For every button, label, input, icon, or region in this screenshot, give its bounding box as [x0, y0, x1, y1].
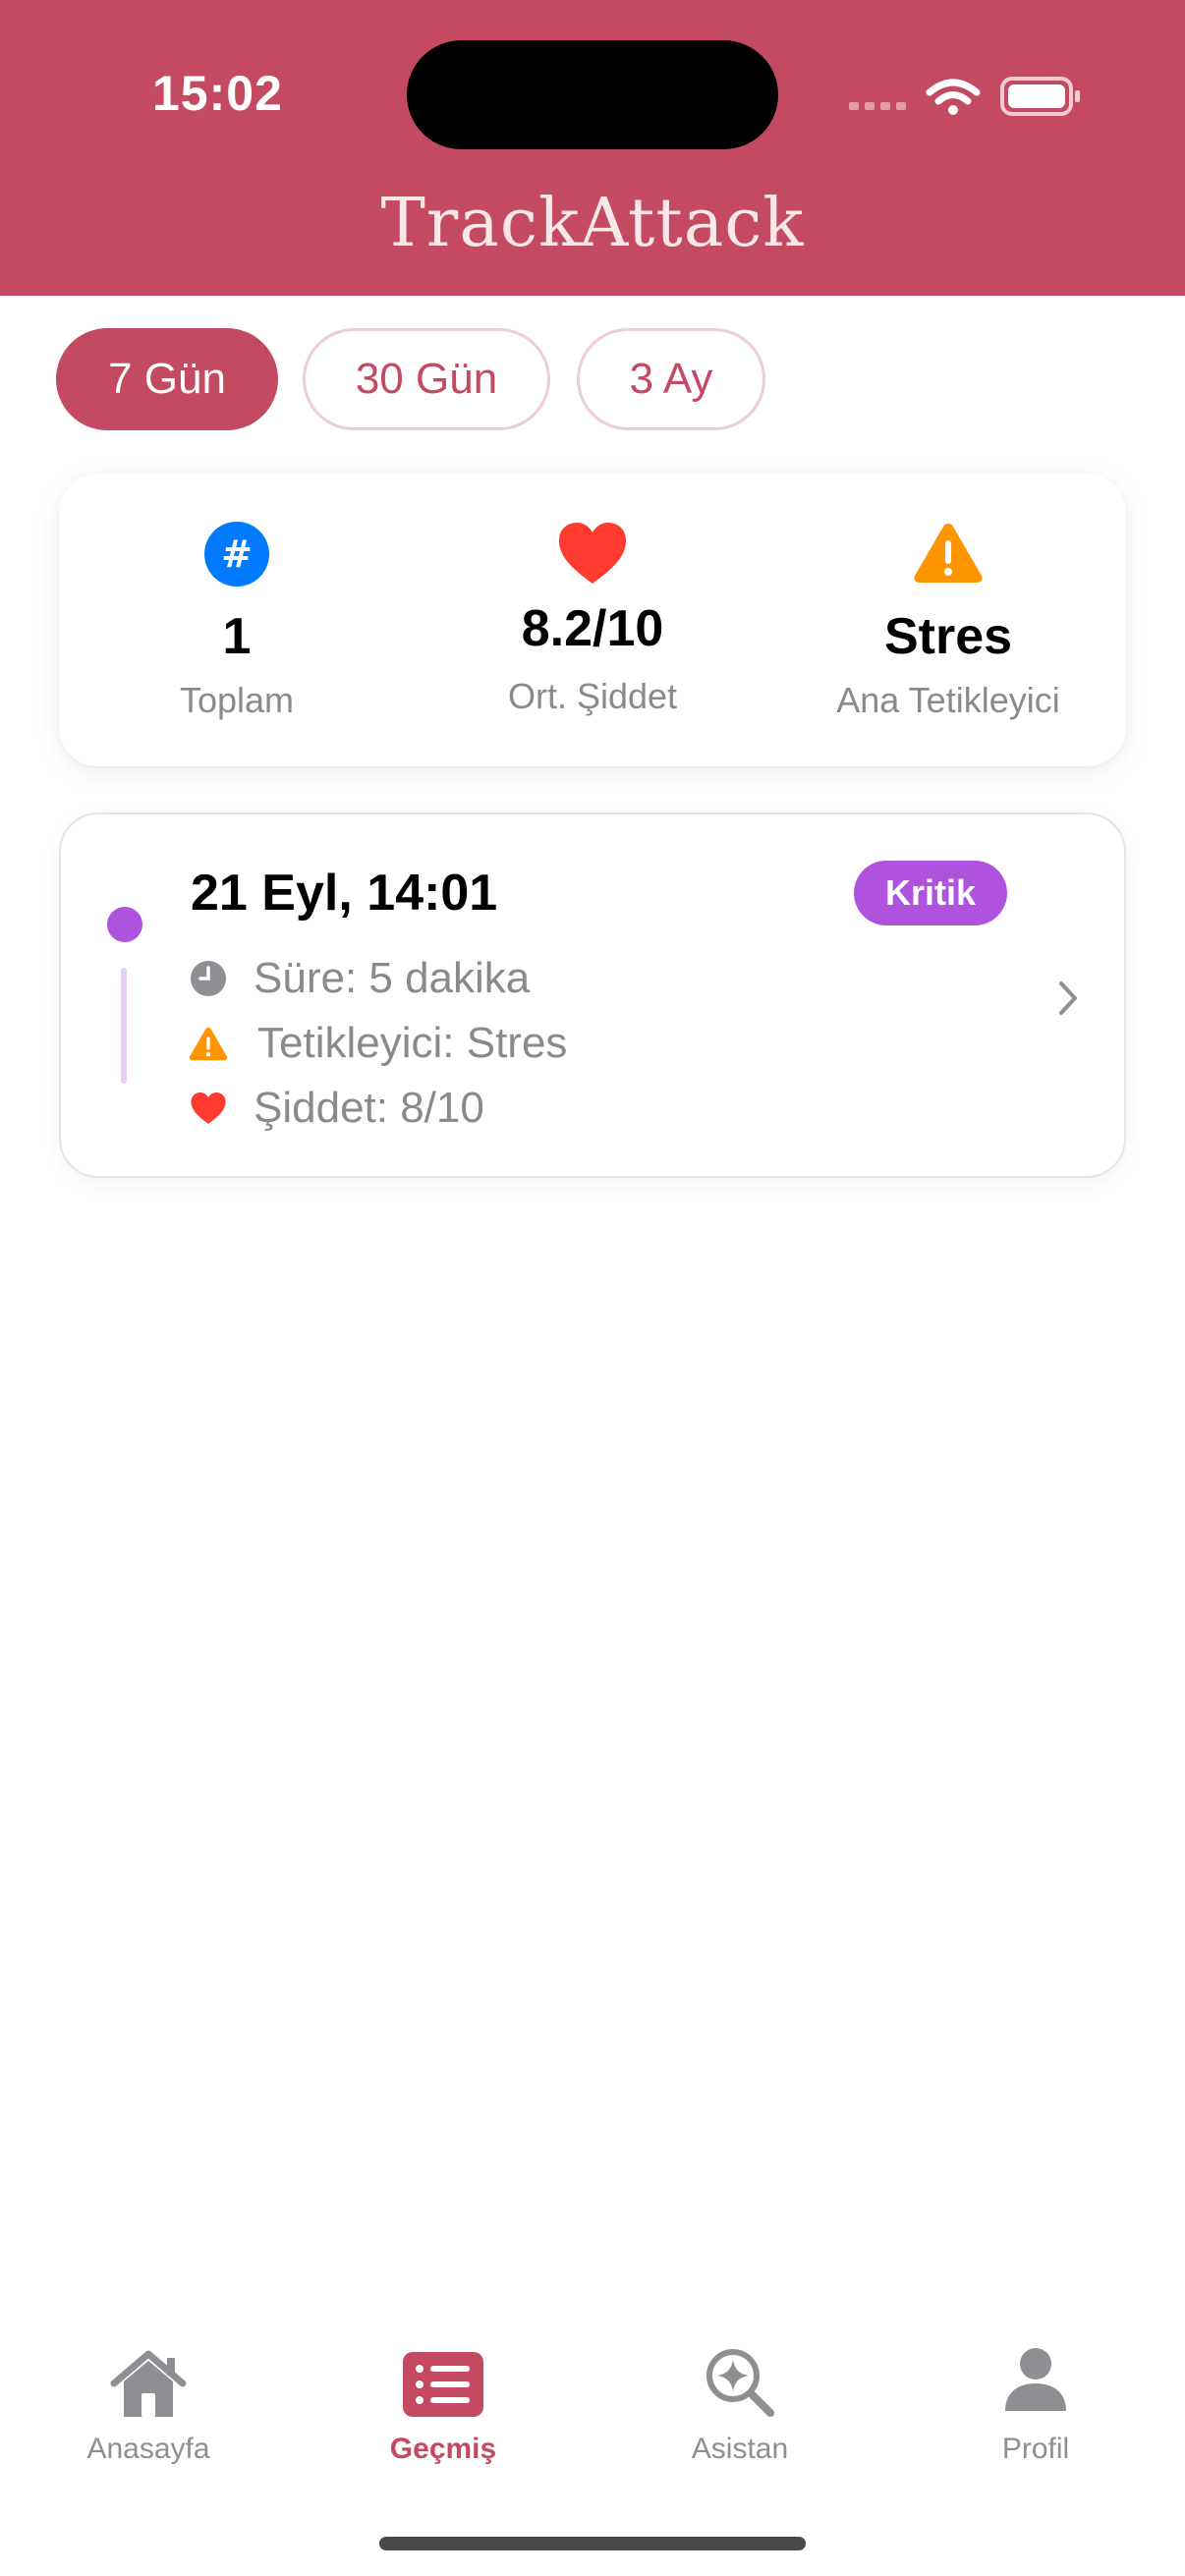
avg-severity-value: 8.2/10 — [521, 600, 664, 657]
home-indicator[interactable] — [379, 2537, 806, 2550]
tab-home[interactable]: Anasayfa — [30, 2319, 266, 2486]
heart-icon — [415, 521, 770, 591]
heart-icon — [189, 1089, 228, 1128]
dynamic-island — [407, 40, 778, 149]
severity-row: Şiddet: 8/10 — [189, 1082, 484, 1135]
tab-profile-label: Profil — [1001, 2433, 1070, 2465]
signal-icon — [849, 102, 906, 110]
stat-avg-severity: 8.2/10 Ort. Şiddet — [415, 474, 770, 766]
timeline-dot — [107, 907, 142, 942]
tab-history[interactable]: Geçmiş — [325, 2319, 561, 2486]
attack-entry-card[interactable]: 21 Eyl, 14:01 Kritik Süre: 5 dakika Teti… — [59, 812, 1126, 1178]
clock-icon — [189, 959, 228, 998]
tab-assistant[interactable]: Asistan — [622, 2319, 858, 2486]
stat-main-trigger: Stres Ana Tetikleyici — [770, 474, 1126, 766]
wifi-icon — [926, 79, 981, 115]
battery-icon — [1000, 77, 1080, 116]
timeline-line — [121, 968, 127, 1084]
person-icon — [918, 2346, 1154, 2425]
tab-history-label: Geçmiş — [389, 2433, 497, 2465]
duration-text: Süre: 5 dakika — [254, 954, 531, 1002]
severity-text: Şiddet: 8/10 — [254, 1084, 484, 1132]
filter-30-days[interactable]: 30 Gün — [303, 328, 550, 430]
hash-icon: # — [59, 521, 415, 591]
total-label: Toplam — [179, 680, 295, 720]
warning-icon — [770, 521, 1126, 591]
main-trigger-label: Ana Tetikleyici — [836, 680, 1060, 720]
duration-row: Süre: 5 dakika — [189, 952, 530, 1005]
house-icon — [30, 2346, 266, 2425]
tab-assistant-label: Asistan — [691, 2433, 789, 2465]
severity-badge: Kritik — [854, 861, 1007, 925]
avg-severity-label: Ort. Şiddet — [507, 676, 678, 716]
main-trigger-value: Stres — [883, 608, 1013, 665]
chevron-right-icon — [1059, 981, 1077, 1015]
status-icons — [849, 77, 1080, 116]
attack-date: 21 Eyl, 14:01 — [191, 865, 498, 922]
trigger-text: Tetikleyici: Stres — [257, 1019, 568, 1067]
filter-3-months[interactable]: 3 Ay — [577, 328, 765, 430]
tab-bar: Anasayfa Geçmiş Asistan Profil — [0, 2319, 1185, 2495]
filter-7-days[interactable]: 7 Gün — [56, 328, 278, 430]
status-time: 15:02 — [152, 66, 283, 121]
total-count: 1 — [222, 608, 252, 665]
tab-profile[interactable]: Profil — [918, 2319, 1154, 2486]
warning-icon — [189, 1024, 228, 1063]
sparkle-search-icon — [622, 2346, 858, 2425]
list-icon — [325, 2346, 561, 2425]
app-title: TrackAttack — [380, 185, 805, 262]
svg-text:#: # — [221, 532, 253, 576]
stat-total: # 1 Toplam — [59, 474, 415, 766]
summary-card: # 1 Toplam 8.2/10 Ort. Şiddet Stres Ana … — [59, 474, 1126, 766]
trigger-row: Tetikleyici: Stres — [189, 1017, 567, 1070]
app-header: 15:02 TrackAttack — [0, 0, 1185, 296]
tab-home-label: Anasayfa — [86, 2433, 210, 2465]
